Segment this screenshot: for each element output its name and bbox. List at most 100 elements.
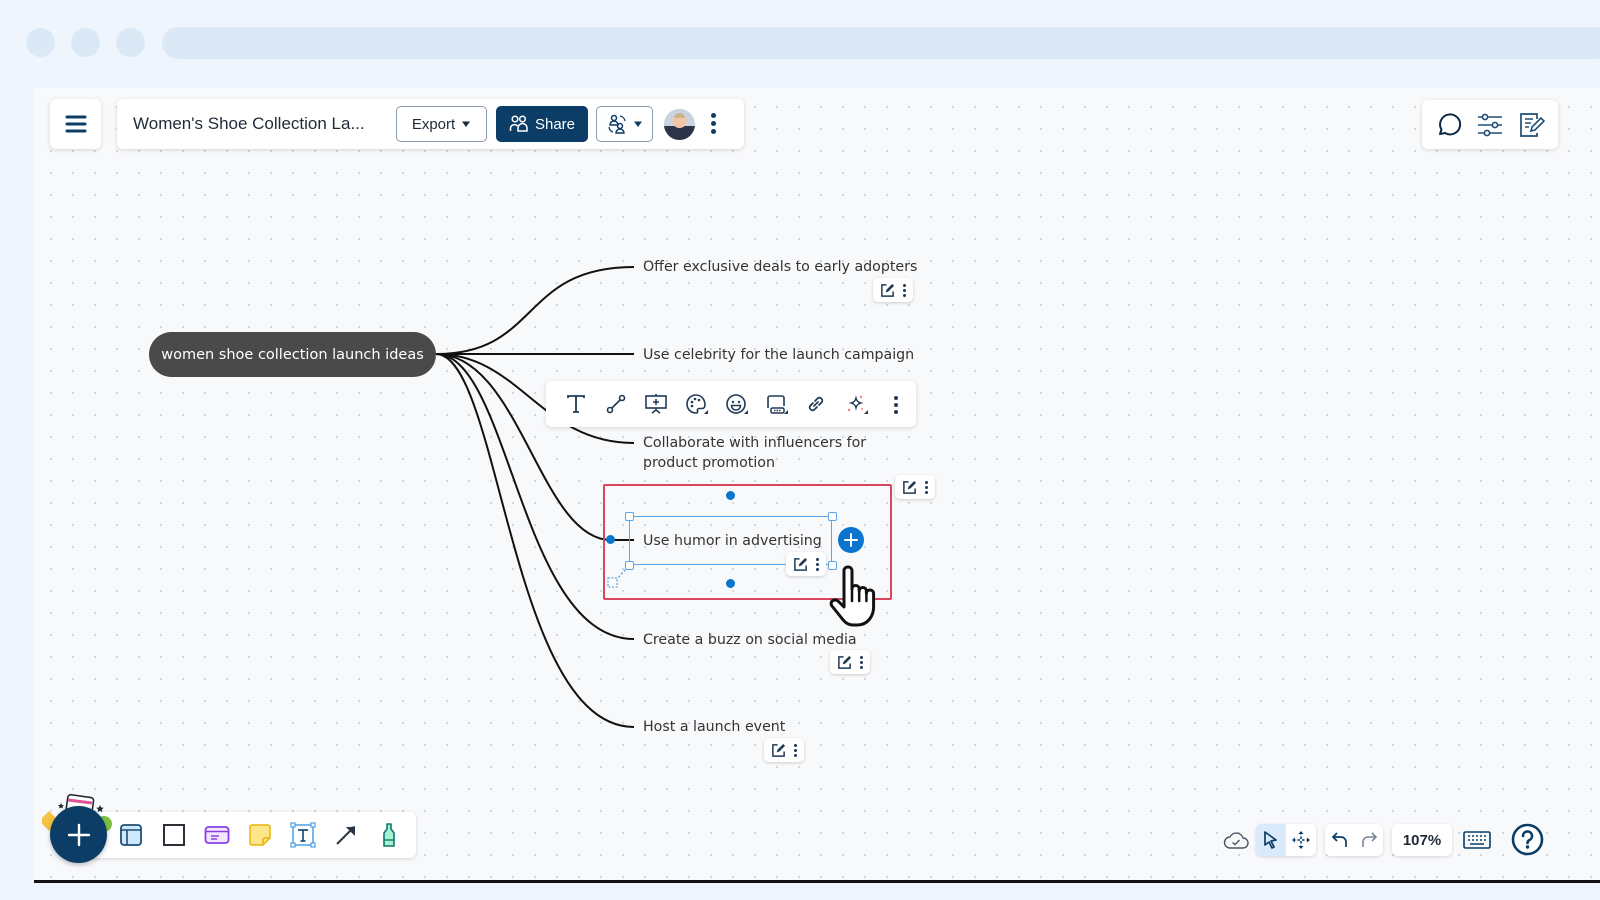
- collaborators-icon: [608, 114, 626, 134]
- node-more-icon[interactable]: [902, 283, 906, 297]
- window-dot: [26, 28, 55, 57]
- edit-icon[interactable]: [837, 655, 852, 670]
- notes-icon: [1520, 112, 1546, 137]
- share-button[interactable]: Share: [496, 106, 588, 142]
- more-menu-button[interactable]: [705, 111, 721, 137]
- mindmap-node[interactable]: Create a buzz on social media: [643, 630, 857, 650]
- connector-button[interactable]: [596, 381, 636, 427]
- redo-icon: [1361, 832, 1377, 847]
- add-to-presentation-button[interactable]: [636, 381, 676, 427]
- arrow-icon: [336, 826, 355, 845]
- edit-icon[interactable]: [880, 283, 895, 298]
- help-button[interactable]: [1510, 822, 1544, 856]
- add-element-button[interactable]: [50, 806, 107, 863]
- dropdown-caret: [704, 410, 708, 414]
- node-actions: [764, 738, 804, 762]
- zoom-level: 107%: [1402, 831, 1442, 849]
- connection-point[interactable]: [606, 535, 615, 544]
- mindmap-node[interactable]: Collaborate with influencers for product…: [643, 433, 923, 473]
- dropdown-caret: [864, 410, 868, 414]
- resize-handle[interactable]: [625, 561, 634, 570]
- select-tool-button[interactable]: [1256, 824, 1286, 856]
- pointer-mode-group: [1256, 824, 1316, 856]
- window-dot: [71, 28, 100, 57]
- kebab-icon: [894, 394, 898, 414]
- node-more-icon[interactable]: [859, 655, 863, 669]
- card-icon: [204, 826, 230, 844]
- address-bar[interactable]: [162, 27, 1600, 59]
- export-label: Export: [411, 115, 456, 133]
- page-margin: [0, 883, 1600, 900]
- notes-button[interactable]: [1517, 111, 1546, 139]
- arrow-tool[interactable]: [331, 820, 361, 850]
- pan-tool-button[interactable]: [1286, 824, 1316, 856]
- node-actions: [873, 278, 913, 302]
- sticky-note-icon: [249, 824, 271, 846]
- node-actions: [830, 650, 870, 674]
- user-avatar[interactable]: [664, 109, 695, 140]
- link-button[interactable]: [796, 381, 836, 427]
- connection-point[interactable]: [726, 491, 735, 500]
- edit-icon[interactable]: [771, 743, 786, 758]
- node-more-icon[interactable]: [924, 480, 928, 494]
- resize-handle[interactable]: [828, 512, 837, 521]
- resize-handle[interactable]: [828, 561, 837, 570]
- mindmap-node[interactable]: Host a launch event: [643, 717, 785, 737]
- collaborators-button[interactable]: [596, 106, 653, 142]
- frame-tool[interactable]: [116, 820, 146, 850]
- document-header: Women's Shoe Collection La... Export Sha…: [117, 99, 744, 149]
- cloud-saved-icon: [1223, 832, 1249, 849]
- node-more-icon[interactable]: [815, 557, 819, 571]
- export-button[interactable]: Export: [396, 106, 487, 142]
- undo-button[interactable]: [1325, 824, 1354, 856]
- undo-icon: [1331, 832, 1347, 847]
- main-menu-button[interactable]: [50, 99, 101, 149]
- settings-button[interactable]: [1476, 112, 1504, 138]
- add-child-node-button[interactable]: [838, 527, 864, 553]
- users-icon: [509, 115, 528, 132]
- text-format-button[interactable]: [556, 381, 596, 427]
- kebab-icon: [705, 111, 721, 134]
- sticky-note-tool[interactable]: [245, 820, 275, 850]
- link-icon: [808, 396, 824, 412]
- mindmap-node-selected[interactable]: Use humor in advertising: [643, 531, 822, 551]
- share-label: Share: [534, 115, 576, 133]
- caret-down-icon: [462, 121, 471, 127]
- rectangle-tool[interactable]: [159, 820, 189, 850]
- document-title[interactable]: Women's Shoe Collection La...: [133, 114, 365, 134]
- zoom-level-control[interactable]: 107%: [1392, 824, 1452, 856]
- shape-style-button[interactable]: [756, 381, 796, 427]
- mindmap-node[interactable]: Offer exclusive deals to early adopters: [643, 257, 917, 277]
- more-options-button[interactable]: [876, 381, 916, 427]
- marker-tool[interactable]: [374, 820, 404, 850]
- caret-down-icon: [634, 121, 642, 127]
- browser-chrome: [0, 0, 1600, 88]
- node-actions: [786, 552, 826, 576]
- marker-icon: [383, 823, 395, 847]
- node-context-toolbar: [546, 381, 916, 427]
- right-toolbar: [1422, 100, 1558, 149]
- mindmap-node[interactable]: Use celebrity for the launch campaign: [643, 345, 914, 365]
- connection-point[interactable]: [726, 579, 735, 588]
- node-more-icon[interactable]: [793, 743, 797, 757]
- card-tool[interactable]: [202, 820, 232, 850]
- window-dot: [116, 28, 145, 57]
- text-icon: [567, 395, 585, 413]
- plus-icon: [67, 823, 90, 846]
- mindmap-root-node[interactable]: women shoe collection launch ideas: [149, 332, 436, 377]
- text-box-tool[interactable]: [288, 820, 318, 850]
- save-status-indicator: [1223, 828, 1249, 852]
- comments-button[interactable]: [1435, 111, 1463, 139]
- redo-button[interactable]: [1354, 824, 1383, 856]
- edit-icon[interactable]: [793, 557, 808, 572]
- keyboard-shortcuts-button[interactable]: [1462, 829, 1492, 851]
- history-group: [1325, 824, 1383, 856]
- text-box-icon: [290, 822, 316, 848]
- color-palette-button[interactable]: [676, 381, 716, 427]
- edit-icon[interactable]: [902, 480, 917, 495]
- help-icon: [1511, 823, 1543, 855]
- rectangle-icon: [163, 824, 185, 846]
- resize-handle[interactable]: [625, 512, 634, 521]
- emoji-button[interactable]: [716, 381, 756, 427]
- ai-assist-button[interactable]: [836, 381, 876, 427]
